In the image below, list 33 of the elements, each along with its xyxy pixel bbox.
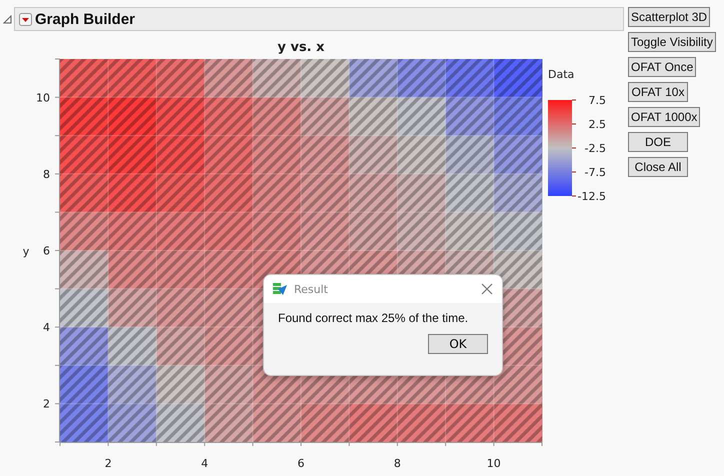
action-button[interactable]: Toggle Visibility	[628, 32, 716, 52]
dialog-message: Found correct max 25% of the time.	[278, 311, 470, 325]
tick-label: 2	[104, 457, 112, 470]
tick-label: 2	[43, 398, 50, 411]
legend-label: -2.5	[584, 142, 606, 155]
disclosure-icon[interactable]	[3, 14, 12, 24]
menu-icon[interactable]	[19, 12, 32, 26]
tick-label: 10	[486, 457, 501, 470]
tick-label: 8	[394, 457, 401, 470]
tick-label: 4	[43, 321, 50, 334]
ok-button[interactable]: OK	[428, 334, 488, 354]
graph-title: y vs. x	[277, 40, 325, 55]
close-icon[interactable]	[480, 282, 494, 296]
action-button[interactable]: DOE	[628, 132, 688, 152]
tick-label: 6	[43, 244, 50, 258]
action-button[interactable]: OFAT 10x	[628, 82, 688, 102]
app-icon	[272, 282, 288, 296]
tick-label: 6	[298, 457, 304, 470]
outline-title: Graph Builder	[35, 10, 136, 28]
dialog-title: Result	[294, 282, 329, 296]
tick-label: 4	[201, 457, 208, 470]
legend-label: 2.5	[588, 118, 606, 131]
action-button[interactable]: OFAT Once	[628, 57, 696, 77]
action-button[interactable]: Scatterplot 3D	[628, 7, 710, 27]
legend-label: -7.5	[584, 166, 606, 179]
axis-label: y	[22, 245, 30, 258]
legend-label: 7.5	[588, 94, 606, 107]
tick-label: 10	[36, 91, 50, 104]
legend-label: -12.5	[578, 190, 606, 203]
action-button[interactable]: Close All	[628, 157, 688, 177]
action-button[interactable]: OFAT 1000x	[628, 107, 700, 127]
legend-title: Data	[548, 68, 574, 81]
tick-label: 8	[43, 168, 50, 181]
